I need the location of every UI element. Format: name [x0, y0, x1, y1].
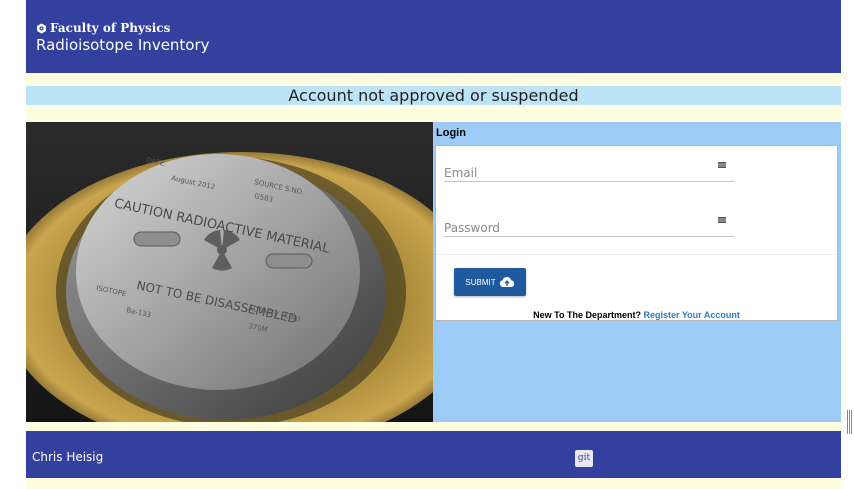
register-link[interactable]: Register Your Account [643, 310, 739, 320]
email-field-icon [718, 162, 726, 168]
cloud-upload-icon [499, 277, 514, 287]
faculty-name: Faculty of Physics [50, 21, 171, 35]
faculty-brand: Faculty of Physics [36, 21, 170, 35]
login-card: SUBMIT New To The Department? Register Y… [435, 145, 838, 321]
source-photo-image: CAUTION RADIOACTIVE MATERIAL NOT TO BE D… [26, 122, 433, 422]
password-input[interactable] [444, 221, 714, 235]
register-prompt: New To The Department? Register Your Acc… [436, 310, 837, 320]
faculty-logo-icon [37, 22, 46, 34]
email-input[interactable] [444, 166, 714, 180]
email-field [444, 158, 734, 182]
footer: Chris Heisig git [26, 431, 841, 478]
status-banner: Account not approved or suspended [26, 86, 841, 105]
register-prompt-text: New To The Department? [533, 310, 644, 320]
footer-author: Chris Heisig [32, 450, 104, 464]
header: Faculty of Physics Radioisotope Inventor… [26, 0, 841, 73]
app-title: Radioisotope Inventory [36, 36, 210, 54]
login-panel: Login SUBMIT New To The Department? Regi… [433, 122, 841, 422]
window-resize-grip[interactable] [847, 410, 852, 434]
git-link[interactable]: git [575, 450, 593, 467]
page: Faculty of Physics Radioisotope Inventor… [26, 0, 841, 489]
submit-label: SUBMIT [465, 277, 496, 287]
radioactive-source-photo: CAUTION RADIOACTIVE MATERIAL NOT TO BE D… [26, 122, 433, 422]
login-title: Login [436, 127, 466, 139]
password-field [444, 213, 734, 237]
card-divider [436, 254, 837, 255]
submit-button[interactable]: SUBMIT [454, 268, 526, 296]
password-field-icon [718, 217, 726, 223]
